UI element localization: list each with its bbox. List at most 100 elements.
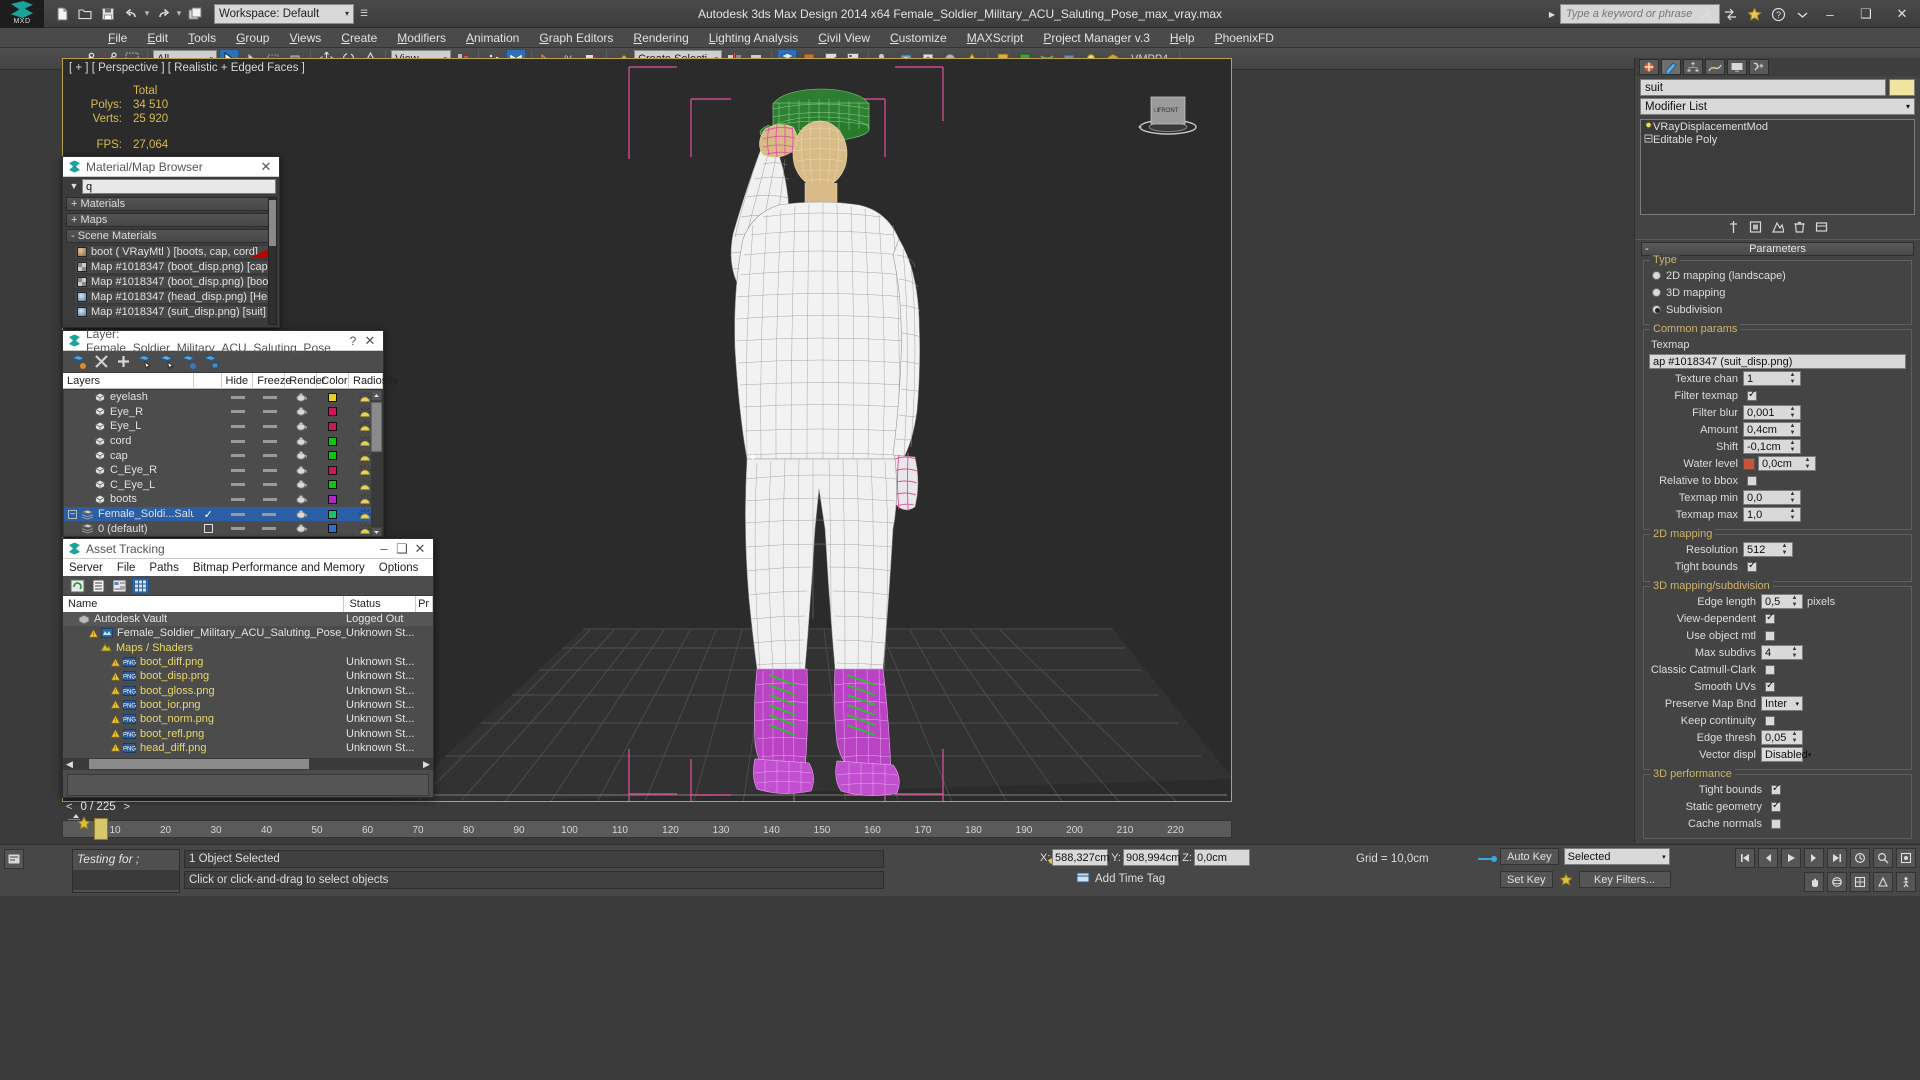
tab-display[interactable]: [1727, 59, 1747, 75]
asset-tracking-window[interactable]: Asset Tracking – ❑ ✕ Server File Paths Bitm…: [62, 538, 434, 798]
modifier-list-combo[interactable]: Modifier List ▾: [1640, 98, 1915, 115]
set-key-icon[interactable]: [1558, 871, 1574, 888]
asset-name-cell[interactable]: ! PNG boot_gloss.png: [63, 685, 346, 697]
layer-render-toggle[interactable]: [285, 406, 317, 417]
layer-current-toggle[interactable]: [194, 524, 222, 534]
checkbox-filter-texmap[interactable]: [1747, 389, 1757, 401]
menu-item-rendering[interactable]: Rendering: [623, 28, 698, 48]
asset-row[interactable]: ! PNG boot_refl.png Unknown St...: [63, 726, 433, 740]
tab-modify[interactable]: [1661, 59, 1681, 75]
checkbox-cache-normals[interactable]: [1771, 818, 1781, 829]
color-swatch[interactable]: [1743, 457, 1755, 470]
layer-list-scrollbar[interactable]: [370, 390, 382, 536]
layer-hide-toggle[interactable]: [222, 439, 254, 443]
spinner-water-level[interactable]: 0,0cm ▲ ▼: [1758, 456, 1816, 471]
layer-column-render[interactable]: Render: [285, 372, 325, 389]
play-animation-icon[interactable]: [1781, 848, 1801, 868]
key-mode-icon[interactable]: [76, 815, 92, 832]
layer-row[interactable]: cord: [64, 434, 382, 449]
auto-key-button[interactable]: Auto Key: [1500, 848, 1559, 865]
layer-freeze-toggle[interactable]: [254, 527, 286, 531]
layer-render-toggle[interactable]: [285, 509, 317, 520]
asset-row[interactable]: ! PNG boot_norm.png Unknown St...: [63, 712, 433, 726]
make-unique-icon[interactable]: [1771, 220, 1785, 235]
layer-row[interactable]: boots: [64, 492, 382, 507]
maximize-icon[interactable]: ❑: [393, 541, 411, 557]
app-logo-button[interactable]: MXD: [0, 0, 44, 28]
layer-render-toggle[interactable]: [285, 479, 317, 490]
help-icon[interactable]: ?: [1768, 4, 1788, 24]
menu-item-graph-editors[interactable]: Graph Editors: [529, 28, 623, 48]
orbit-icon[interactable]: [1827, 872, 1847, 892]
spinner-edge-length[interactable]: 0,5 ▲ ▼: [1761, 594, 1803, 609]
asset-name-cell[interactable]: ! PNG boot_disp.png: [63, 670, 346, 682]
close-icon[interactable]: ✕: [361, 333, 379, 349]
spinner-max-subdivs[interactable]: 4 ▲ ▼: [1761, 645, 1803, 660]
menu-item-edit[interactable]: Edit: [137, 28, 178, 48]
layer-hide-toggle[interactable]: [222, 424, 254, 428]
modifier-stack-item[interactable]: Editable Poly: [1641, 133, 1914, 146]
maximize-viewport-icon[interactable]: [1850, 872, 1870, 892]
modifier-stack[interactable]: VRayDisplacementMod Editable Poly: [1640, 119, 1915, 215]
go-to-start-icon[interactable]: [1735, 848, 1755, 868]
spinner-texmap-max[interactable]: 1,0 ▲ ▼: [1743, 507, 1801, 522]
layer-name-cell[interactable]: – Female_Soldi...Saluting: [64, 508, 194, 520]
coordinate-value-input[interactable]: 588,327cm: [1052, 849, 1109, 866]
object-color-swatch[interactable]: [1889, 79, 1915, 96]
zoom-viewport-icon[interactable]: [1873, 848, 1893, 868]
menu-item-customize[interactable]: Customize: [880, 28, 957, 48]
column-status[interactable]: Status: [344, 596, 417, 612]
layer-render-toggle[interactable]: [285, 436, 317, 447]
layer-row[interactable]: – Female_Soldi...Saluting✓: [64, 506, 382, 522]
layer-freeze-toggle[interactable]: [254, 439, 286, 443]
asset-row[interactable]: ! Female_Soldier_Military_ACU_Saluting_Po…: [63, 626, 433, 640]
close-icon[interactable]: ✕: [257, 159, 275, 175]
zoom-extents-icon[interactable]: [1896, 848, 1916, 868]
spinner-resolution[interactable]: 512 ▲ ▼: [1743, 542, 1793, 557]
open-maxscript-listener-icon[interactable]: [4, 849, 24, 869]
layer-hide-toggle[interactable]: [222, 468, 254, 472]
asset-menu-bitmap-performance-and-memory[interactable]: Bitmap Performance and Memory: [193, 562, 365, 574]
spinner-edge-thresh[interactable]: 0,05 ▲ ▼: [1761, 730, 1803, 745]
spinner-filter-blur[interactable]: 0,001 ▲ ▼: [1743, 405, 1801, 420]
close-button[interactable]: ✕: [1884, 0, 1920, 28]
material-group-materials[interactable]: + Materials: [66, 197, 276, 211]
layer-freeze-toggle[interactable]: [254, 512, 286, 516]
layer-name-cell[interactable]: cord: [64, 435, 195, 447]
asset-row[interactable]: ! PNG boot_ior.png Unknown St...: [63, 698, 433, 712]
layer-freeze-toggle[interactable]: [254, 410, 286, 414]
asset-name-cell[interactable]: Autodesk Vault: [63, 613, 346, 625]
checkbox-tight-bounds[interactable]: [1771, 783, 1781, 795]
layer-render-toggle[interactable]: [285, 465, 317, 476]
spinner-arrows-icon[interactable]: ▲ ▼: [1780, 543, 1789, 556]
asset-menu-server[interactable]: Server: [69, 562, 103, 574]
expand-icon[interactable]: [1643, 134, 1653, 145]
material-entry[interactable]: Map #1018347 (suit_disp.png) [suit]: [74, 305, 276, 319]
layer-color-swatch[interactable]: [317, 494, 349, 504]
material-search-input[interactable]: q: [82, 178, 276, 194]
layer-color-swatch[interactable]: [317, 480, 349, 490]
asset-tracking-hscrollbar[interactable]: ◀ ▶: [63, 758, 433, 770]
layer-column-freeze[interactable]: Freeze: [253, 372, 292, 389]
spinner-texture-chan[interactable]: 1 ▲ ▼: [1743, 371, 1801, 386]
layer-freeze-toggle[interactable]: [254, 497, 286, 501]
show-end-result-icon[interactable]: [1749, 220, 1763, 235]
layer-color-swatch[interactable]: [317, 509, 349, 519]
layer-name-cell[interactable]: boots: [64, 493, 195, 505]
spinner-arrows-icon[interactable]: ▲ ▼: [1788, 491, 1797, 504]
create-new-layer-icon[interactable]: [71, 354, 87, 370]
spinner-arrows-icon[interactable]: ▲ ▼: [1788, 508, 1797, 521]
asset-name-cell[interactable]: ! PNG head_diff.png: [63, 742, 346, 754]
project-folder-icon[interactable]: [185, 4, 205, 24]
layer-hide-toggle[interactable]: [222, 454, 254, 458]
filter-dropdown-icon[interactable]: ▼: [66, 181, 82, 191]
layer-render-toggle[interactable]: [285, 494, 317, 505]
time-slider-handle[interactable]: [94, 818, 108, 840]
pan-view-icon[interactable]: [1804, 872, 1824, 892]
menu-item-group[interactable]: Group: [226, 28, 279, 48]
star-icon[interactable]: [1744, 4, 1764, 24]
field-of-view-icon[interactable]: [1873, 872, 1893, 892]
close-icon[interactable]: ✕: [411, 541, 429, 557]
save-file-icon[interactable]: [98, 4, 118, 24]
layer-row[interactable]: C_Eye_R: [64, 463, 382, 478]
